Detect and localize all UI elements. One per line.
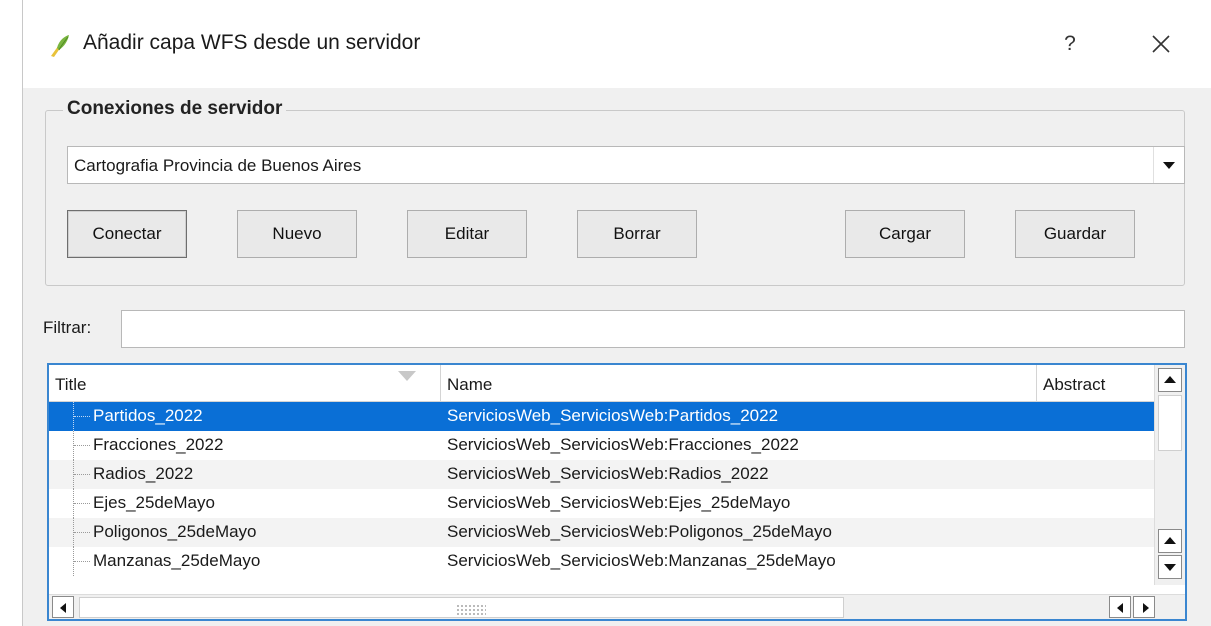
cell-name: ServiciosWeb_ServiciosWeb:Ejes_25deMayo xyxy=(447,493,791,512)
scroll-right-button[interactable] xyxy=(1133,596,1155,618)
load-button[interactable]: Cargar xyxy=(845,210,965,258)
layers-table: Title Name Abstract Partidos_2022 Servic… xyxy=(47,363,1187,621)
scroll-up-button[interactable] xyxy=(1158,368,1182,392)
filter-input[interactable] xyxy=(121,310,1185,348)
tree-connector xyxy=(73,518,91,547)
arrow-up-icon xyxy=(1164,537,1176,544)
cell-title: Fracciones_2022 xyxy=(93,435,224,454)
scroll-left-button-right[interactable] xyxy=(1109,596,1131,618)
table-row[interactable]: Fracciones_2022 ServiciosWeb_ServiciosWe… xyxy=(49,431,1155,460)
qgis-logo-icon xyxy=(51,35,69,57)
table-row[interactable]: Manzanas_25deMayo ServiciosWeb_Servicios… xyxy=(49,547,1155,576)
close-icon xyxy=(1152,35,1170,53)
scroll-down-button[interactable] xyxy=(1158,555,1182,579)
table-row[interactable]: Radios_2022 ServiciosWeb_ServiciosWeb:Ra… xyxy=(49,460,1155,489)
tree-connector xyxy=(73,402,91,431)
arrow-right-icon xyxy=(1143,603,1149,613)
window-title: Añadir capa WFS desde un servidor xyxy=(83,31,421,54)
scroll-up-button-lower[interactable] xyxy=(1158,529,1182,553)
tree-connector xyxy=(73,460,91,489)
help-button[interactable]: ? xyxy=(1053,24,1087,64)
close-button[interactable] xyxy=(1141,24,1181,64)
server-connections-label: Conexiones de servidor xyxy=(63,98,287,120)
column-header-name[interactable]: Name xyxy=(441,365,1037,401)
column-header-label: Abstract xyxy=(1043,375,1106,394)
column-header-label: Title xyxy=(55,375,87,394)
table-row[interactable]: Ejes_25deMayo ServiciosWeb_ServiciosWeb:… xyxy=(49,489,1155,518)
connect-button[interactable]: Conectar xyxy=(67,210,187,258)
delete-button[interactable]: Borrar xyxy=(577,210,697,258)
save-button[interactable]: Guardar xyxy=(1015,210,1135,258)
horizontal-scrollbar[interactable] xyxy=(49,594,1185,619)
vertical-scroll-thumb[interactable] xyxy=(1158,395,1182,451)
horizontal-scroll-thumb[interactable] xyxy=(79,597,844,618)
vertical-scrollbar[interactable] xyxy=(1154,365,1185,585)
wfs-dialog: Añadir capa WFS desde un servidor ? Cone… xyxy=(22,0,1211,626)
sort-indicator-icon xyxy=(398,371,416,381)
title-bar: Añadir capa WFS desde un servidor ? xyxy=(23,0,1211,88)
cell-title: Radios_2022 xyxy=(93,464,194,483)
cell-name: ServiciosWeb_ServiciosWeb:Poligonos_25de… xyxy=(447,522,832,541)
arrow-left-icon xyxy=(60,603,66,613)
new-button[interactable]: Nuevo xyxy=(237,210,357,258)
column-header-abstract[interactable]: Abstract xyxy=(1037,365,1155,401)
connection-select-value: Cartografia Provincia de Buenos Aires xyxy=(74,156,362,175)
tree-connector xyxy=(73,489,91,518)
cell-name: ServiciosWeb_ServiciosWeb:Fracciones_202… xyxy=(447,435,799,454)
table-row[interactable]: Poligonos_25deMayo ServiciosWeb_Servicio… xyxy=(49,518,1155,547)
edit-button[interactable]: Editar xyxy=(407,210,527,258)
arrow-up-icon xyxy=(1164,376,1176,383)
cell-name: ServiciosWeb_ServiciosWeb:Radios_2022 xyxy=(447,464,769,483)
filter-label: Filtrar: xyxy=(43,318,92,337)
arrow-left-icon xyxy=(1117,603,1123,613)
cell-name: ServiciosWeb_ServiciosWeb:Manzanas_25deM… xyxy=(447,551,836,570)
cell-name: ServiciosWeb_ServiciosWeb:Partidos_2022 xyxy=(447,406,779,425)
cell-title: Manzanas_25deMayo xyxy=(93,551,261,570)
cell-title: Ejes_25deMayo xyxy=(93,493,215,512)
chevron-down-icon[interactable] xyxy=(1153,147,1184,183)
cell-title: Poligonos_25deMayo xyxy=(93,522,257,541)
tree-connector xyxy=(73,431,91,460)
grip-icon xyxy=(456,604,486,616)
arrow-down-icon xyxy=(1164,564,1176,571)
column-header-label: Name xyxy=(447,375,493,394)
connection-select[interactable]: Cartografia Provincia de Buenos Aires xyxy=(67,146,1185,184)
table-header: Title Name Abstract xyxy=(49,365,1155,402)
scroll-left-button[interactable] xyxy=(52,596,74,618)
table-row[interactable]: Partidos_2022 ServiciosWeb_ServiciosWeb:… xyxy=(49,402,1155,431)
server-connections-group xyxy=(45,110,1185,286)
column-header-title[interactable]: Title xyxy=(49,365,441,401)
tree-connector xyxy=(73,547,91,576)
cell-title: Partidos_2022 xyxy=(93,406,203,425)
